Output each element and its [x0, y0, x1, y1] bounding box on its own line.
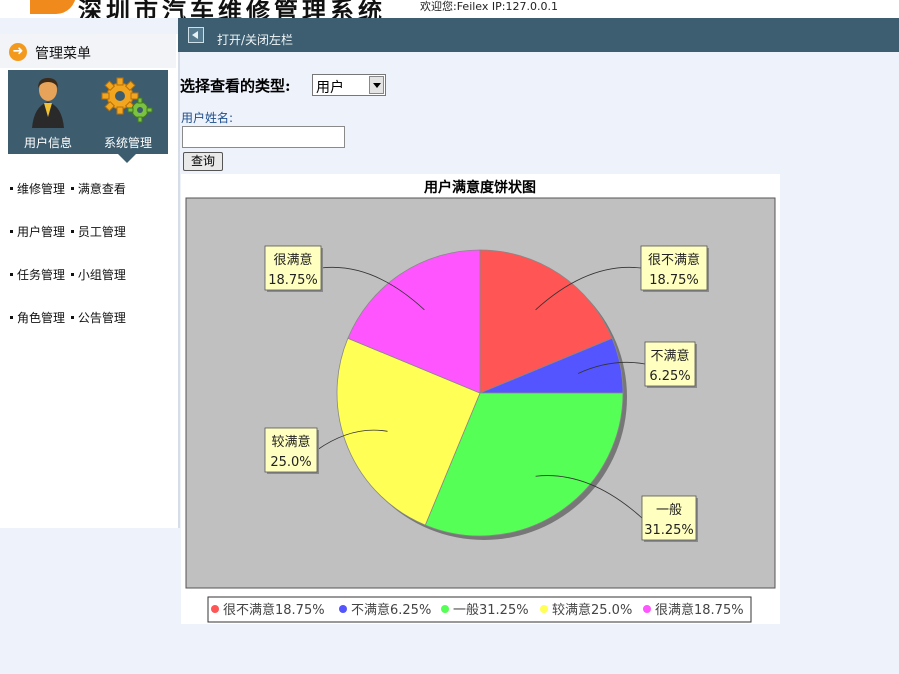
legend-swatch — [643, 605, 651, 613]
arrow-right-icon: ➜ — [9, 43, 27, 61]
legend-entry: 一般31.25% — [453, 602, 529, 618]
slice-value-label: 25.0% — [270, 455, 311, 470]
nav-item-satisfaction-view[interactable]: 满意查看 — [69, 182, 126, 196]
nav-row: 角色管理 公告管理 — [10, 309, 126, 326]
legend-swatch — [211, 605, 219, 613]
toggle-sidebar-link[interactable]: 打开/关闭左栏 — [217, 31, 293, 48]
user-info-label: 用户信息 — [23, 136, 72, 150]
panel-pointer — [118, 154, 136, 163]
menu-title-bar: ➜ 管理菜单 — [0, 34, 176, 68]
nav-item-notice-manage[interactable]: 公告管理 — [69, 311, 126, 325]
content-topbar: 打开/关闭左栏 — [178, 18, 899, 52]
slice-value-label: 18.75% — [649, 273, 699, 288]
type-select[interactable]: 用户 — [312, 74, 386, 96]
nav-row: 任务管理 小组管理 — [10, 266, 126, 283]
nav-item-label: 用户管理 — [17, 225, 66, 239]
legend-swatch — [441, 605, 449, 613]
nav-item-label: 小组管理 — [77, 268, 126, 282]
app-header: 深圳市汽车维修管理系统 欢迎您:Feilex IP:127.0.0.1 — [0, 0, 899, 18]
legend-entry: 不满意6.25% — [351, 602, 431, 618]
slice-label: 很不满意 — [648, 252, 700, 268]
slice-label: 较满意 — [271, 434, 310, 450]
menu-title: 管理菜单 — [35, 46, 91, 62]
chevron-down-icon[interactable] — [369, 76, 384, 94]
icon-panel: 用户信息 系统管理 — [8, 70, 168, 154]
type-select-value: 用户 — [316, 80, 344, 96]
nav-item-staff-manage[interactable]: 员工管理 — [69, 225, 126, 239]
nav-item-role-manage[interactable]: 角色管理 — [10, 311, 65, 325]
nav-item-user-manage[interactable]: 用户管理 — [10, 225, 65, 239]
legend-entry: 很满意18.75% — [655, 602, 744, 618]
sidebar: ➜ 管理菜单 用户信息 系统管理 维修管理 满意查看 用户管理 员工管理 任务管… — [0, 34, 180, 528]
legend-swatch — [540, 605, 548, 613]
slice-value-label: 6.25% — [649, 369, 690, 384]
legend-entry: 较满意25.0% — [552, 602, 632, 618]
nav-item-label: 维修管理 — [17, 182, 66, 196]
toggle-sidebar-icon[interactable] — [188, 27, 204, 43]
pie-chart: 用户满意度饼状图 很不满意 18.75% 不满意 6.25% 一般 31.25% 较满意 25.… — [181, 174, 780, 624]
nav-item-label: 任务管理 — [17, 268, 66, 282]
type-select-label: 选择查看的类型: — [180, 77, 291, 95]
nav-item-label: 员工管理 — [77, 225, 126, 239]
nav-item-task-manage[interactable]: 任务管理 — [10, 268, 65, 282]
chart-legend: 很不满意18.75% 不满意6.25% 一般31.25% 较满意25.0% 很满意18.… — [207, 596, 752, 623]
nav-item-label: 公告管理 — [77, 311, 126, 325]
nav-item-label: 角色管理 — [17, 311, 66, 325]
pie-chart-svg: 用户满意度饼状图很不满意18.75%不满意6.25%一般31.25%较满意25.… — [185, 179, 776, 623]
nav-item-label: 满意查看 — [77, 182, 126, 196]
slice-value-label: 31.25% — [644, 523, 694, 538]
user-name-input[interactable] — [182, 126, 345, 148]
user-info-button[interactable]: 用户信息 — [8, 70, 88, 154]
system-manage-button[interactable]: 系统管理 — [88, 70, 168, 154]
welcome-text: 欢迎您:Feilex IP:127.0.0.1 — [420, 0, 558, 13]
slice-label: 不满意 — [650, 348, 689, 364]
logo-icon — [30, 0, 76, 14]
nav-item-repair-manage[interactable]: 维修管理 — [10, 182, 65, 196]
user-icon — [32, 78, 64, 128]
app-title: 深圳市汽车维修管理系统 — [78, 0, 386, 18]
system-manage-label: 系统管理 — [103, 136, 152, 150]
nav-item-group-manage[interactable]: 小组管理 — [69, 268, 126, 282]
legend-entry: 很不满意18.75% — [223, 602, 325, 618]
slice-value-label: 18.75% — [268, 273, 318, 288]
nav-row: 用户管理 员工管理 — [10, 223, 126, 240]
gears-icon — [101, 77, 153, 123]
chart-title: 用户满意度饼状图 — [424, 179, 536, 196]
slice-label: 一般 — [656, 502, 682, 518]
nav-row: 维修管理 满意查看 — [10, 180, 126, 197]
slice-label: 很满意 — [273, 252, 312, 268]
legend-swatch — [339, 605, 347, 613]
user-name-label: 用户姓名: — [181, 111, 234, 125]
query-button[interactable]: 查询 — [183, 152, 223, 171]
